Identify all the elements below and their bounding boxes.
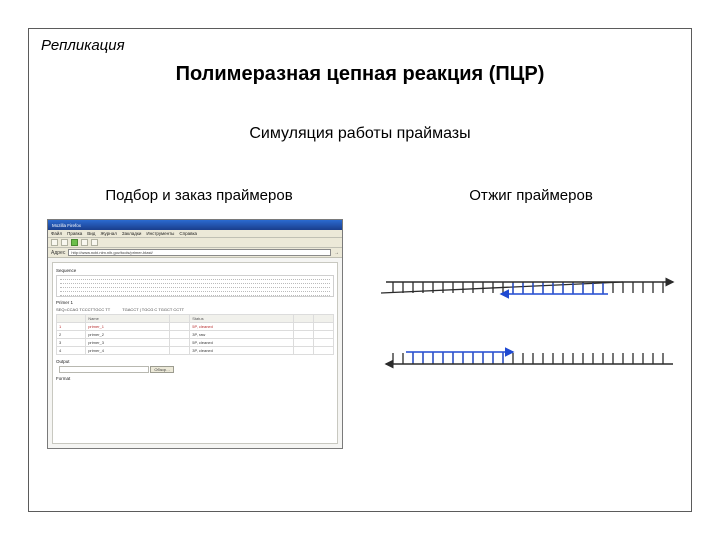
th-0: [57, 315, 86, 323]
bottom-strand: [386, 352, 673, 364]
menu-help[interactable]: Справка: [179, 231, 197, 236]
top-strand: [381, 282, 673, 294]
page-content: Sequence Primer 1 SEQ=CCAG TCCCTTGCC TT …: [52, 262, 338, 444]
window-title-text: Mozilla Firefox: [52, 223, 81, 228]
primer-subinfo: SEQ=CCAG TCCCTTGCC TT TGACCT | TGCG C TG…: [56, 307, 334, 312]
forward-button-icon[interactable]: [61, 239, 68, 246]
reload-button-icon[interactable]: [71, 239, 78, 246]
toolbar: [48, 238, 342, 248]
menu-history[interactable]: Журнал: [100, 231, 116, 236]
browse-button[interactable]: Обзор…: [150, 366, 174, 373]
menu-bookmarks[interactable]: Закладки: [122, 231, 141, 236]
left-caption: Подбор и заказ праймеров: [29, 187, 369, 204]
table-header-row: Name Status: [57, 315, 334, 323]
annealing-diagram: [381, 254, 681, 409]
slide-subtitle: Симуляция работы праймазы: [29, 125, 691, 143]
address-label: Адрес: [51, 250, 65, 256]
slide-title: Полимеразная цепная реакция (ПЦР): [29, 63, 691, 86]
th-2: [170, 315, 190, 323]
th-1: Name: [86, 315, 170, 323]
address-input[interactable]: http://www.ncbi.nlm.nih.gov/tools/primer…: [68, 249, 331, 256]
th-5: [313, 315, 333, 323]
menu-bar: Файл Правка Вид Журнал Закладки Инструме…: [48, 230, 342, 238]
right-caption: Отжиг праймеров: [369, 187, 693, 204]
format-section-label: Format: [56, 376, 334, 381]
slide-frame: Репликация Полимеразная цепная реакция (…: [28, 28, 692, 512]
table-row[interactable]: 4 primer_4 3P, cleaned: [57, 347, 334, 355]
th-4: [293, 315, 313, 323]
menu-tools[interactable]: Инструменты: [146, 231, 174, 236]
home-button-icon[interactable]: [91, 239, 98, 246]
browser-window: Mozilla Firefox Файл Правка Вид Журнал З…: [47, 219, 343, 449]
window-titlebar: Mozilla Firefox: [48, 220, 342, 230]
back-button-icon[interactable]: [51, 239, 58, 246]
table-row[interactable]: 2 primer_2 3P, raw: [57, 331, 334, 339]
address-bar: Адрес http://www.ncbi.nlm.nih.gov/tools/…: [48, 248, 342, 258]
primer-section-label: Primer 1: [56, 300, 334, 305]
stop-button-icon[interactable]: [81, 239, 88, 246]
output-path-input[interactable]: [59, 366, 149, 373]
menu-file[interactable]: Файл: [51, 231, 62, 236]
table-row[interactable]: 3 primer_3 5P, cleaned: [57, 339, 334, 347]
go-button[interactable]: →: [334, 250, 339, 256]
topic-label: Репликация: [41, 37, 125, 54]
sequence-section-label: Sequence: [56, 268, 334, 273]
menu-edit[interactable]: Правка: [67, 231, 82, 236]
th-3: Status: [190, 315, 293, 323]
primer-subinfo-a: SEQ=CCAG TCCCTTGCC TT: [56, 307, 110, 312]
primer-subinfo-b: TGACCT | TGCG C TGGCT CCTT: [122, 307, 184, 312]
menu-view[interactable]: Вид: [87, 231, 95, 236]
output-section-label: Output: [56, 359, 334, 364]
primer-table: Name Status 1 primer_1 5P, cleaned: [56, 314, 334, 355]
output-row: Обзор…: [56, 366, 334, 373]
table-row[interactable]: 1 primer_1 5P, cleaned: [57, 323, 334, 331]
sequence-textarea[interactable]: [56, 275, 334, 297]
